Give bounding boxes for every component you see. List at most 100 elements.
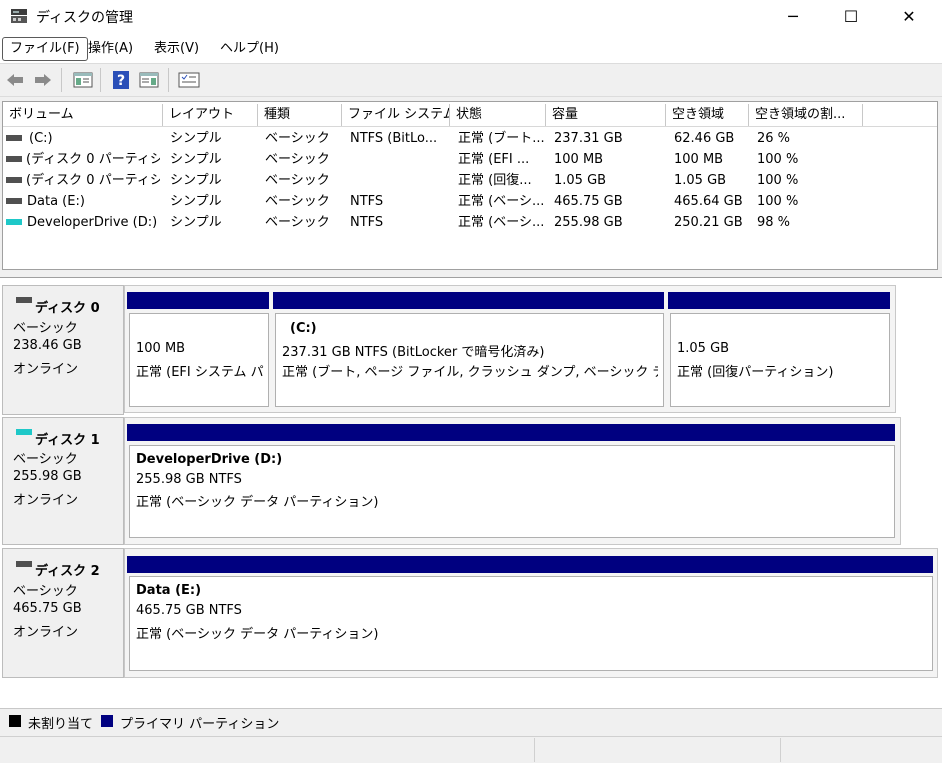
partition-title: (C:)	[290, 321, 317, 336]
cell-capacity: 465.75 GB	[554, 194, 623, 209]
pane-splitter[interactable]	[0, 270, 942, 278]
cell-percent-free: 100 %	[757, 152, 799, 167]
partition-bar	[127, 556, 933, 573]
disk-icon	[16, 297, 32, 303]
cell-capacity: 100 MB	[554, 152, 604, 167]
disk-icon	[16, 561, 32, 567]
table-row[interactable]: Data (E:) シンプル ベーシック NTFS 正常 (ベーシ... 465…	[0, 191, 936, 212]
partition-recovery[interactable]	[670, 313, 890, 407]
disk-0-state: オンライン	[13, 362, 79, 377]
column-header-volume[interactable]: ボリューム	[3, 104, 163, 126]
partition-size: 100 MB	[136, 341, 186, 356]
minimize-button[interactable]: ─	[764, 0, 822, 33]
table-row[interactable]: (C:) シンプル ベーシック NTFS (BitLo... 正常 (ブート..…	[0, 128, 936, 149]
help-icon[interactable]: ?	[110, 69, 132, 91]
legend-label-primary: プライマリ パーティション	[120, 717, 280, 732]
drive-icon	[6, 198, 22, 204]
cell-filesystem: NTFS	[350, 215, 384, 230]
partition-status: 正常 (回復パーティション)	[677, 365, 834, 380]
partition-status: 正常 (ベーシック データ パーティション)	[136, 627, 379, 642]
table-row[interactable]: DeveloperDrive (D:) シンプル ベーシック NTFS 正常 (…	[0, 212, 936, 233]
cell-layout: シンプル	[170, 152, 222, 167]
svg-text:?: ?	[117, 73, 125, 89]
console-tree-icon[interactable]	[72, 69, 94, 91]
partition-bar	[668, 292, 890, 309]
status-bar	[0, 736, 942, 763]
disk-1-name: ディスク 1	[35, 433, 100, 448]
partition-title: Data (E:)	[136, 583, 202, 598]
toolbar-separator	[168, 68, 169, 92]
header-divider	[3, 126, 937, 127]
cell-volume: Data (E:)	[27, 194, 85, 209]
disk-management-app-icon	[10, 8, 28, 24]
column-header-status[interactable]: 状態	[450, 104, 546, 126]
cell-volume: (C:)	[29, 131, 53, 146]
cell-layout: シンプル	[170, 215, 222, 230]
partition-size: 237.31 GB NTFS (BitLocker で暗号化済み)	[282, 345, 545, 360]
cell-volume: (ディスク 0 パーティショ...	[26, 173, 160, 188]
disk-0-type: ベーシック	[13, 321, 78, 336]
drive-icon	[6, 177, 22, 183]
cell-layout: シンプル	[170, 194, 222, 209]
dev-drive-icon	[6, 219, 22, 225]
drive-icon	[6, 135, 22, 141]
cell-free-space: 100 MB	[674, 152, 724, 167]
menu-bar	[0, 33, 942, 63]
cell-filesystem	[350, 170, 448, 191]
partition-size: 255.98 GB NTFS	[136, 472, 242, 487]
cell-capacity: 255.98 GB	[554, 215, 623, 230]
cell-type: ベーシック	[265, 173, 330, 188]
column-header-layout[interactable]: レイアウト	[163, 104, 258, 126]
back-arrow-icon[interactable]	[4, 69, 26, 91]
cell-capacity: 237.31 GB	[554, 131, 623, 146]
properties-pane-icon[interactable]	[138, 69, 160, 91]
column-header-type[interactable]: 種類	[258, 104, 342, 126]
cell-filesystem	[350, 149, 448, 170]
disk-1-type: ベーシック	[13, 452, 78, 467]
cell-capacity: 1.05 GB	[554, 173, 607, 188]
cell-filesystem: NTFS	[350, 194, 384, 209]
menu-file[interactable]: ファイル(F)	[2, 37, 88, 61]
cell-status: 正常 (EFI ...	[458, 152, 530, 167]
cell-volume: DeveloperDrive (D:)	[27, 215, 158, 230]
cell-percent-free: 98 %	[757, 215, 791, 230]
cell-status: 正常 (回復...	[458, 173, 532, 188]
forward-arrow-icon[interactable]	[32, 69, 54, 91]
menu-view[interactable]: 表示(V)	[148, 38, 205, 60]
checklist-icon[interactable]	[178, 69, 200, 91]
toolbar-separator	[100, 68, 101, 92]
menu-help[interactable]: ヘルプ(H)	[214, 38, 285, 60]
column-header-free-space[interactable]: 空き領域	[666, 104, 749, 126]
cell-percent-free: 100 %	[757, 173, 799, 188]
cell-status: 正常 (ブート...	[458, 131, 545, 146]
menu-action[interactable]: 操作(A)	[82, 38, 139, 60]
partition-efi[interactable]	[129, 313, 269, 407]
cell-type: ベーシック	[265, 131, 330, 146]
partition-status: 正常 (EFI システム パー	[136, 365, 264, 380]
status-separator	[534, 738, 535, 762]
disk-2-state: オンライン	[13, 625, 79, 640]
cell-volume: (ディスク 0 パーティショ...	[26, 152, 160, 167]
maximize-button[interactable]: ☐	[822, 0, 880, 33]
column-header-percent-free[interactable]: 空き領域の割...	[749, 104, 863, 126]
table-row[interactable]: (ディスク 0 パーティショ... シンプル ベーシック 正常 (EFI ...…	[0, 149, 936, 170]
column-header-capacity[interactable]: 容量	[546, 104, 666, 126]
table-row[interactable]: (ディスク 0 パーティショ... シンプル ベーシック 正常 (回復... 1…	[0, 170, 936, 191]
partition-size: 1.05 GB	[677, 341, 730, 356]
disk-0-name: ディスク 0	[35, 301, 100, 316]
cell-free-space: 62.46 GB	[674, 131, 735, 146]
cell-layout: シンプル	[170, 131, 222, 146]
legend-swatch-unallocated	[9, 715, 21, 727]
partition-status: 正常 (ベーシック データ パーティション)	[136, 495, 379, 510]
legend-swatch-primary	[101, 715, 113, 727]
close-button[interactable]: ✕	[880, 0, 938, 33]
disk-2-name: ディスク 2	[35, 564, 100, 579]
cell-type: ベーシック	[265, 215, 330, 230]
cell-free-space: 250.21 GB	[674, 215, 743, 230]
disk-2-type: ベーシック	[13, 584, 78, 599]
toolbar-separator	[61, 68, 62, 92]
legend-label-unallocated: 未割り当て	[28, 717, 94, 732]
column-header-filesystem[interactable]: ファイル システム	[342, 104, 450, 126]
status-separator	[780, 738, 781, 762]
cell-layout: シンプル	[170, 173, 222, 188]
